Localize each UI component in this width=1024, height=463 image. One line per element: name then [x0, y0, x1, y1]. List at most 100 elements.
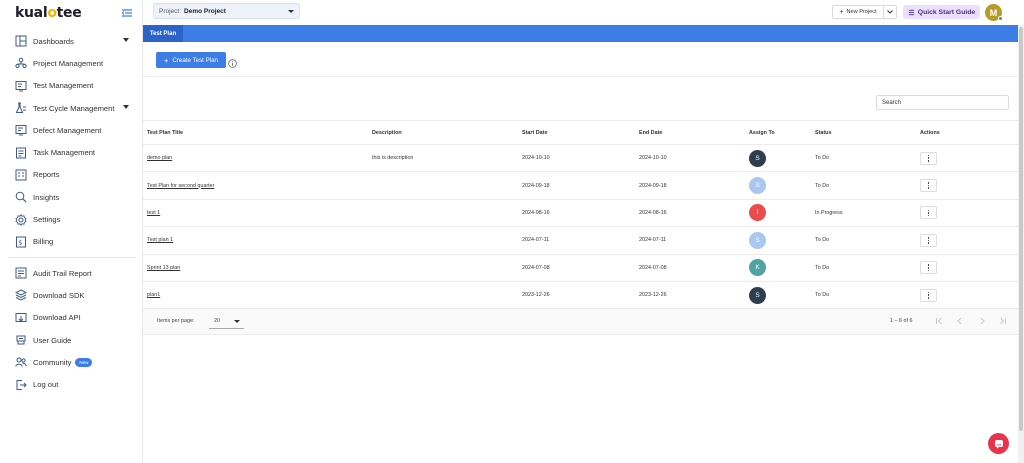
more-vertical-icon — [927, 209, 930, 212]
sidebar: kualotee Dashboards Project Management T… — [0, 0, 143, 463]
user-avatar[interactable]: M — [985, 4, 1003, 21]
test-plan-end-date: 2024-07-08 — [639, 264, 667, 271]
test-plan-title-link[interactable]: demo plan — [147, 155, 172, 161]
last-page-button[interactable] — [998, 316, 1008, 326]
more-vertical-icon — [927, 214, 930, 217]
online-status-dot — [998, 16, 1003, 21]
sidebar-item-test-management[interactable]: Test Management — [0, 75, 143, 97]
row-actions-button[interactable] — [920, 288, 937, 302]
sidebar-item-label: Task Management — [33, 148, 96, 158]
previous-page-button[interactable] — [955, 316, 965, 326]
info-icon[interactable] — [228, 55, 237, 68]
test-plan-title-link[interactable]: plan1 — [147, 292, 160, 298]
sidebar-divider — [8, 256, 135, 258]
sidebar-item-label: Insights — [33, 192, 60, 202]
sidebar-item-download-api[interactable]: Download API — [0, 307, 143, 329]
project-select[interactable]: Project: Demo Project — [153, 3, 300, 19]
assignee-avatar[interactable]: S — [749, 231, 766, 249]
more-vertical-icon — [927, 236, 930, 239]
header-description[interactable]: Description — [372, 121, 402, 144]
test-plan-start-date: 2023-12-26 — [522, 292, 550, 299]
sidebar-item-billing[interactable]: $ Billing — [0, 231, 143, 253]
new-project-button[interactable]: + New Project — [832, 5, 884, 19]
test-plan-status: To Do — [815, 264, 830, 271]
header-status[interactable]: Status — [815, 121, 831, 144]
sidebar-nav: Dashboards Project Management Test Manag… — [0, 30, 143, 396]
test-plan-start-date: 2024-07-11 — [522, 237, 550, 244]
new-project-dropdown-button[interactable] — [884, 5, 897, 19]
items-per-page-select[interactable]: 20 — [209, 314, 244, 329]
row-actions-button[interactable] — [920, 179, 937, 193]
table-row: demo plan this is description 2024-10-10… — [143, 145, 1018, 173]
tab-test-plan[interactable]: Test Plan — [143, 25, 183, 42]
create-test-plan-button[interactable]: + Create Test Plan — [156, 52, 226, 68]
sidebar-item-community[interactable]: Community New — [0, 351, 143, 373]
sidebar-item-insights[interactable]: Insights — [0, 186, 143, 208]
table-row: Test plan 1 2024-07-11 2024-07-11 S To D… — [143, 227, 1018, 255]
assignee-avatar[interactable]: S — [749, 286, 766, 304]
download-sdk-icon — [15, 289, 27, 301]
first-page-button[interactable] — [934, 316, 944, 326]
header-title[interactable]: Test Plan Title — [147, 121, 183, 144]
plus-icon: + — [839, 8, 844, 16]
row-actions-button[interactable] — [920, 151, 937, 165]
quick-start-guide-button[interactable]: Quick Start Guide — [903, 5, 980, 19]
user-avatar-initial: M — [989, 7, 998, 18]
header-start-date[interactable]: Start Date — [522, 121, 547, 144]
sidebar-item-task-management[interactable]: Task Management — [0, 141, 143, 163]
test-plan-title-link[interactable]: test 1 — [147, 210, 160, 216]
test-plan-table: Test Plan Title Description Start Date E… — [143, 120, 1018, 310]
sidebar-item-test-cycle-management[interactable]: Test Cycle Management — [0, 97, 143, 119]
test-plan-start-date: 2024-07-08 — [522, 264, 550, 271]
test-plan-end-date: 2023-12-26 — [639, 292, 667, 299]
more-vertical-icon — [927, 242, 930, 244]
sidebar-item-settings[interactable]: Settings — [0, 208, 143, 230]
header-end-date[interactable]: End Date — [639, 121, 662, 144]
download-api-icon — [15, 312, 27, 324]
billing-icon: $ — [15, 236, 27, 248]
sidebar-item-logout[interactable]: Log out — [0, 373, 143, 395]
row-actions-button[interactable] — [920, 233, 937, 247]
sidebar-item-label: Log out — [33, 380, 59, 390]
next-page-button[interactable] — [977, 316, 987, 326]
vertical-scrollbar[interactable] — [1018, 25, 1024, 463]
test-plan-title-link[interactable]: Test Plan for second quarter — [147, 183, 214, 189]
more-vertical-icon — [927, 264, 930, 266]
assignee-avatar[interactable]: S — [749, 177, 766, 195]
sidebar-item-dashboards[interactable]: Dashboards — [0, 30, 143, 52]
more-vertical-icon — [927, 157, 930, 159]
test-plan-start-date: 2024-09-18 — [522, 182, 550, 189]
chat-launcher-button[interactable] — [988, 433, 1009, 454]
test-plan-start-date: 2024-10-10 — [522, 155, 550, 162]
test-cycle-icon — [15, 102, 27, 114]
sidebar-item-defect-management[interactable]: Defect Management — [0, 119, 143, 141]
collapse-sidebar-icon[interactable] — [121, 6, 133, 18]
header-assign-to[interactable]: Assign To — [749, 121, 775, 144]
sidebar-item-download-sdk[interactable]: Download SDK — [0, 284, 143, 306]
insights-icon — [15, 191, 27, 203]
table-row: plan1 2023-12-26 2023-12-26 S To Do — [143, 282, 1018, 310]
test-plan-title-link[interactable]: Test plan 1 — [147, 237, 173, 243]
header-actions: Actions — [920, 129, 940, 136]
assignee-avatar[interactable]: K — [749, 259, 766, 277]
assignee-avatar[interactable]: S — [749, 149, 766, 167]
sidebar-item-project-management[interactable]: Project Management — [0, 52, 143, 74]
more-vertical-icon — [927, 154, 930, 157]
search-input[interactable]: Search — [876, 95, 1009, 110]
row-actions-button[interactable] — [920, 261, 937, 275]
chevron-down-icon — [123, 38, 129, 42]
test-plan-title-link[interactable]: Sprint 13 plan — [147, 265, 180, 271]
brand-logo[interactable]: kualotee — [15, 4, 82, 22]
community-icon — [15, 356, 27, 368]
more-vertical-icon — [927, 294, 930, 296]
sidebar-item-reports[interactable]: Reports — [0, 164, 143, 186]
chat-icon — [994, 439, 1003, 448]
audit-icon — [15, 267, 27, 279]
topbar: Project: Demo Project + New Project Quic… — [143, 0, 1024, 25]
row-actions-button[interactable] — [920, 206, 937, 220]
more-vertical-icon — [927, 187, 930, 189]
sidebar-item-user-guide[interactable]: User Guide — [0, 329, 143, 351]
sidebar-item-audit-trail[interactable]: Audit Trail Report — [0, 262, 143, 284]
scrollbar-thumb[interactable] — [1019, 27, 1023, 431]
assignee-avatar[interactable]: I — [749, 204, 766, 222]
